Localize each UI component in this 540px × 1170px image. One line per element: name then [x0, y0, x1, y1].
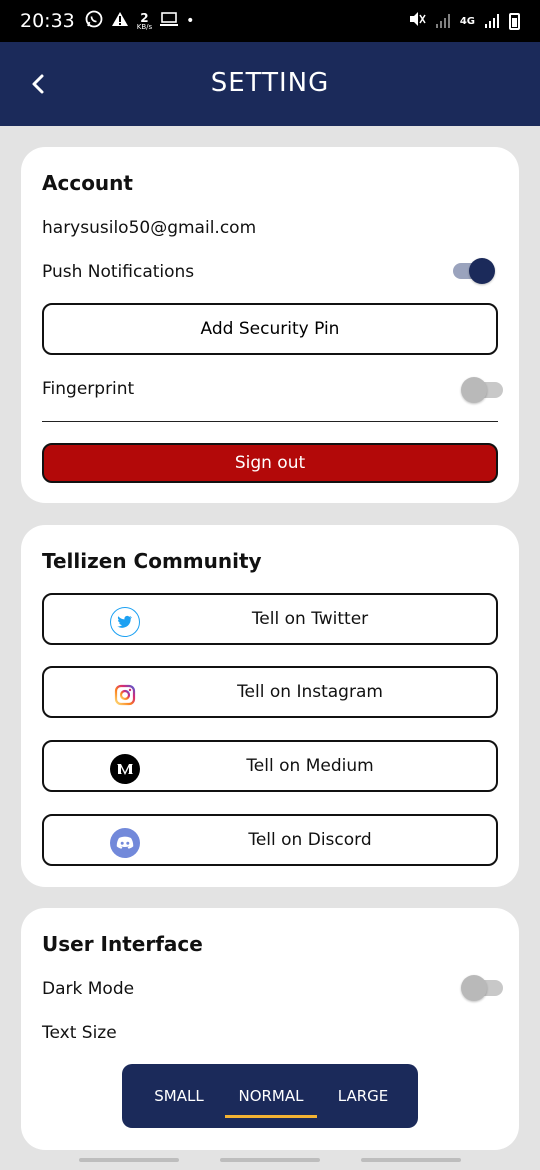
app-bar: SETTING [0, 42, 540, 126]
nav-back-indicator[interactable] [361, 1158, 461, 1162]
nav-home-indicator[interactable] [220, 1158, 320, 1162]
text-size-small[interactable]: SMALL [144, 1064, 214, 1128]
tell-on-discord-button[interactable]: Tell on Discord [42, 814, 498, 866]
twitter-label: Tell on Twitter [251, 609, 369, 629]
whatsapp-icon [85, 10, 103, 32]
text-size-label: Text Size [42, 1023, 117, 1043]
nav-recents-indicator[interactable] [79, 1158, 179, 1162]
battery-icon [509, 12, 520, 30]
signal-icon [485, 14, 499, 28]
account-email: harysusilo50@gmail.com [42, 218, 257, 238]
user-interface-card: User Interface Dark Mode Text Size SMALL… [21, 908, 519, 1150]
cast-icon [160, 11, 179, 31]
text-size-large[interactable]: LARGE [328, 1064, 398, 1128]
text-size-normal[interactable]: NORMAL [225, 1064, 317, 1128]
dark-mode-toggle[interactable] [461, 973, 505, 1003]
status-bar: 20:33 2 KB/s • 4G [0, 0, 540, 42]
medium-label: Tell on Medium [246, 756, 374, 776]
tell-on-twitter-button[interactable]: Tell on Twitter [42, 593, 498, 645]
fingerprint-toggle[interactable] [461, 375, 505, 405]
dark-mode-label: Dark Mode [42, 979, 135, 999]
page-title: SETTING [210, 68, 330, 98]
community-heading: Tellizen Community [42, 549, 262, 573]
instagram-label: Tell on Instagram [237, 682, 383, 702]
discord-label: Tell on Discord [248, 830, 372, 850]
add-security-pin-button[interactable]: Add Security Pin [42, 303, 498, 355]
sign-out-button[interactable]: Sign out [42, 443, 498, 483]
account-card: Account harysusilo50@gmail.com Push Noti… [21, 147, 519, 503]
user-interface-heading: User Interface [42, 932, 203, 956]
data-speed-icon: 2 KB/s [136, 10, 153, 31]
fingerprint-label: Fingerprint [42, 379, 135, 399]
warning-icon [111, 11, 129, 31]
signal-icon [435, 14, 450, 28]
community-card: Tellizen Community Tell on Twitter Tell … [21, 525, 519, 887]
mute-icon [408, 11, 426, 31]
account-heading: Account [42, 171, 133, 195]
tell-on-instagram-button[interactable]: Tell on Instagram [42, 666, 498, 718]
dot-icon: • [186, 13, 195, 29]
push-notifications-label: Push Notifications [42, 262, 195, 282]
text-size-selector: SMALL NORMAL LARGE [122, 1064, 418, 1128]
divider [42, 421, 498, 422]
push-notifications-toggle[interactable] [451, 256, 495, 286]
system-navigation-bar [0, 1152, 540, 1170]
4g-icon: 4G [459, 15, 475, 27]
tell-on-medium-button[interactable]: Tell on Medium [42, 740, 498, 792]
status-time: 20:33 [20, 10, 75, 32]
